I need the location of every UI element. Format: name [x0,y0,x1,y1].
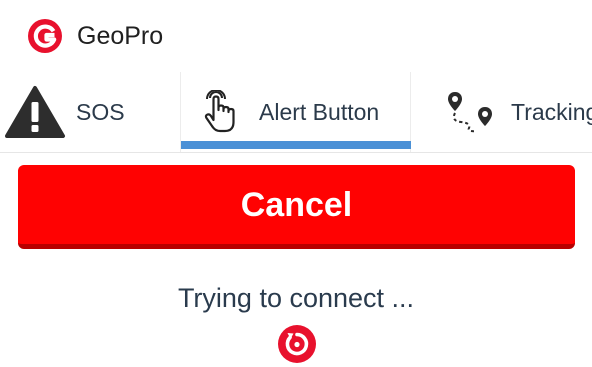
app-title: GeoPro [77,22,164,50]
geopro-logo-icon [28,19,62,53]
cancel-button[interactable]: Cancel [18,165,575,249]
tab-alert-button-label: Alert Button [259,98,380,125]
connection-status-text: Trying to connect ... [177,283,415,313]
warning-triangle-icon [5,86,65,138]
alert-screen: GeoPro SOS Alert Button Tracking Cancel … [0,0,592,367]
active-tab-indicator [181,141,411,149]
route-pins-icon [448,92,492,133]
tab-alert-button[interactable]: Alert Button [180,72,411,152]
tab-sos-label: SOS [76,98,125,125]
refresh-spinner-icon [278,325,316,363]
tab-tracking[interactable]: Tracking [411,72,592,152]
app-header: GeoPro [0,0,592,72]
tab-tracking-label: Tracking [511,98,592,125]
tap-hand-icon [204,90,235,133]
tab-sos[interactable]: SOS [0,72,180,152]
